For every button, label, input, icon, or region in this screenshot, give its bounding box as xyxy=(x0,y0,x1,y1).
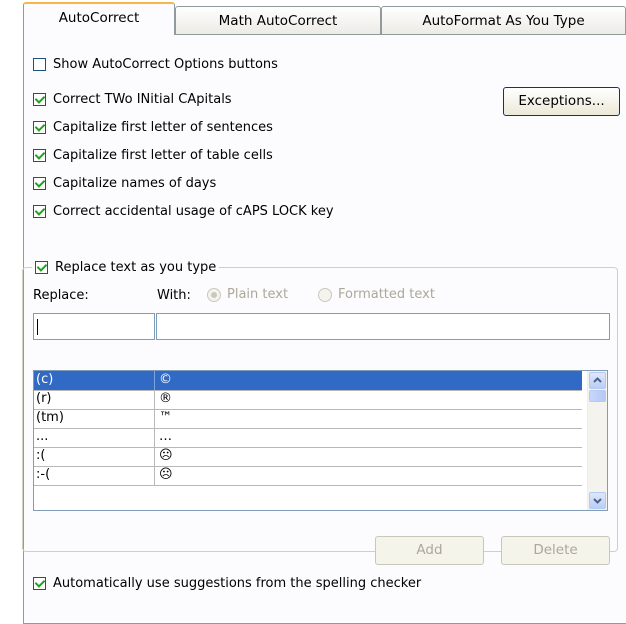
table-row[interactable]: ... … xyxy=(34,428,582,448)
scroll-down-button[interactable] xyxy=(589,492,606,509)
with-label: With: xyxy=(157,288,191,303)
checkbox-label: Automatically use suggestions from the s… xyxy=(53,575,422,591)
checkbox-box[interactable] xyxy=(33,148,46,162)
tab-math-autocorrect[interactable]: Math AutoCorrect xyxy=(175,6,381,34)
plain-text-radio[interactable]: Plain text xyxy=(207,287,288,302)
checkbox-box[interactable] xyxy=(33,204,46,218)
checkbox-label: Show AutoCorrect Options buttons xyxy=(53,56,278,72)
entry-with-cell: ™ xyxy=(159,410,172,425)
scroll-up-button[interactable] xyxy=(589,372,606,389)
vertical-scrollbar[interactable] xyxy=(587,371,607,510)
entry-replace-cell: ... xyxy=(36,429,49,444)
checkbox-box[interactable] xyxy=(35,260,48,274)
column-divider xyxy=(154,409,155,428)
spelling-suggestions-checkbox[interactable]: Automatically use suggestions from the s… xyxy=(33,573,421,593)
table-row[interactable]: :( ☹ xyxy=(34,447,582,467)
replace-input[interactable] xyxy=(33,313,155,340)
checkbox-box[interactable] xyxy=(33,176,46,190)
capitalize-table-cells-checkbox[interactable]: Capitalize first letter of table cells xyxy=(33,145,273,165)
radio-circle[interactable] xyxy=(318,287,332,302)
tab-label: AutoCorrect xyxy=(58,10,140,26)
column-divider xyxy=(154,466,155,485)
checkbox-box[interactable] xyxy=(33,576,46,590)
scroll-thumb[interactable] xyxy=(589,390,606,402)
checkbox-box[interactable] xyxy=(33,92,46,106)
delete-button[interactable]: Delete xyxy=(501,536,610,565)
chevron-down-icon xyxy=(593,498,602,504)
entry-replace-cell: :-( xyxy=(36,467,51,482)
entry-replace-cell: (tm) xyxy=(36,410,64,425)
correct-two-initial-capitals-checkbox[interactable]: Correct TWo INitial CApitals xyxy=(33,89,232,109)
checkbox-box[interactable] xyxy=(33,120,46,134)
add-button[interactable]: Add xyxy=(375,536,484,565)
checkbox-label: Replace text as you type xyxy=(55,259,217,275)
entry-with-cell: ® xyxy=(159,391,172,406)
table-row[interactable]: (c) © xyxy=(34,371,582,391)
autocorrect-entries-list[interactable]: (c) © (r) ® (tm) ™ ... … :( ☹ :-( ☹ xyxy=(33,370,608,511)
entry-with-cell: ☹ xyxy=(159,448,173,463)
table-row[interactable]: :-( ☹ xyxy=(34,466,582,486)
entry-with-cell: ☹ xyxy=(159,467,173,482)
column-divider xyxy=(154,447,155,466)
radio-label: Formatted text xyxy=(338,287,435,302)
chevron-up-icon xyxy=(593,377,602,383)
entry-replace-cell: (c) xyxy=(36,372,54,387)
table-row[interactable]: (r) ® xyxy=(34,390,582,410)
entry-replace-cell: (r) xyxy=(36,391,52,406)
entry-replace-cell: :( xyxy=(36,448,46,463)
checkbox-box[interactable] xyxy=(33,57,46,71)
column-divider xyxy=(154,428,155,447)
tab-autoformat-as-you-type[interactable]: AutoFormat As You Type xyxy=(381,6,626,34)
with-input[interactable] xyxy=(156,313,610,340)
entry-with-cell: … xyxy=(159,429,172,444)
column-divider xyxy=(154,371,155,390)
checkbox-label: Correct TWo INitial CApitals xyxy=(53,91,232,107)
checkbox-label: Correct accidental usage of cAPS LOCK ke… xyxy=(53,203,334,219)
exceptions-button[interactable]: Exceptions... xyxy=(503,87,620,116)
checkbox-label: Capitalize first letter of table cells xyxy=(53,147,273,163)
formatted-text-radio[interactable]: Formatted text xyxy=(318,287,435,302)
tab-label: AutoFormat As You Type xyxy=(422,13,585,29)
correct-caps-lock-checkbox[interactable]: Correct accidental usage of cAPS LOCK ke… xyxy=(33,201,334,221)
checkbox-label: Capitalize names of days xyxy=(53,175,217,191)
radio-label: Plain text xyxy=(227,287,289,302)
replace-label: Replace: xyxy=(33,288,89,303)
capitalize-names-of-days-checkbox[interactable]: Capitalize names of days xyxy=(33,173,216,193)
text-caret xyxy=(37,319,38,335)
entry-with-cell: © xyxy=(159,372,172,387)
tab-autocorrect[interactable]: AutoCorrect xyxy=(23,2,175,35)
table-row[interactable]: (tm) ™ xyxy=(34,409,582,429)
show-autocorrect-options-checkbox[interactable]: Show AutoCorrect Options buttons xyxy=(33,54,278,74)
tab-label: Math AutoCorrect xyxy=(218,13,338,29)
capitalize-sentences-checkbox[interactable]: Capitalize first letter of sentences xyxy=(33,117,273,137)
replace-text-as-you-type-checkbox[interactable]: Replace text as you type xyxy=(32,257,220,277)
column-divider xyxy=(154,390,155,409)
checkbox-label: Capitalize first letter of sentences xyxy=(53,119,273,135)
radio-circle[interactable] xyxy=(207,287,221,302)
